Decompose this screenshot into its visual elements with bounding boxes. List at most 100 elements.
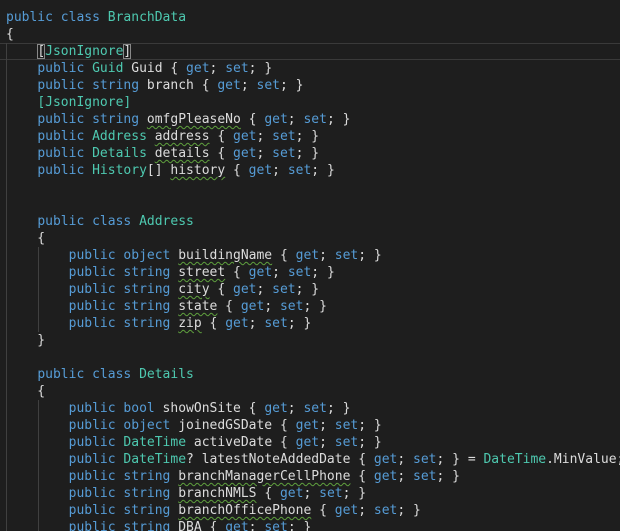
code-line[interactable]: { xyxy=(6,26,620,43)
code-token: ; xyxy=(358,503,374,518)
code-token: ; } = xyxy=(436,452,484,467)
code-line[interactable]: public History[] history { get; set; } xyxy=(6,162,620,179)
code-token: street xyxy=(178,265,226,280)
code-token: ; } xyxy=(287,520,312,531)
code-line[interactable]: [JsonIgnore] xyxy=(6,43,620,60)
code-token: ; xyxy=(256,129,273,144)
code-token: { xyxy=(225,163,249,178)
keyword-token: public xyxy=(37,146,85,161)
code-line[interactable]: public DateTime activeDate { get; set; } xyxy=(6,434,620,451)
code-line[interactable]: public string branch { get; set; } xyxy=(6,77,620,94)
code-line[interactable]: public string branchOfficePhone { get; s… xyxy=(6,502,620,519)
keyword-token: object xyxy=(123,418,171,433)
code-line[interactable]: public string DBA { get; set; } xyxy=(6,519,620,531)
code-line[interactable]: public string state { get; set; } xyxy=(6,298,620,315)
code-line[interactable]: public class Details xyxy=(6,366,620,383)
keyword-token: string xyxy=(123,469,171,484)
code-token: showOnSite { xyxy=(154,401,265,416)
code-line[interactable] xyxy=(6,349,620,366)
code-token: Guid { xyxy=(123,61,187,76)
code-token: ; xyxy=(256,146,273,161)
code-token: ; xyxy=(209,61,226,76)
code-token: ; xyxy=(248,316,265,331)
code-token: ; xyxy=(248,520,265,531)
code-line[interactable]: { xyxy=(6,230,620,247)
code-token: address xyxy=(154,129,210,144)
code-token: [] xyxy=(146,163,171,178)
code-token: branch { xyxy=(139,78,218,93)
keyword-token: set xyxy=(272,282,296,297)
code-token: ; } xyxy=(326,401,351,416)
code-line[interactable]: public class BranchData xyxy=(6,9,620,26)
code-line[interactable]: public string street { get; set; } xyxy=(6,264,620,281)
code-token: buildingName xyxy=(178,248,273,263)
code-token: } xyxy=(6,333,46,348)
code-line[interactable] xyxy=(6,179,620,196)
code-line[interactable]: public string city { get; set; } xyxy=(6,281,620,298)
code-line[interactable]: } xyxy=(6,332,620,349)
keyword-token: set xyxy=(272,146,296,161)
code-line[interactable] xyxy=(6,196,620,213)
keyword-token: set xyxy=(334,418,359,433)
keyword-token: string xyxy=(123,520,171,531)
code-line[interactable]: public bool showOnSite { get; set; } xyxy=(6,400,620,417)
code-token: { xyxy=(225,265,249,280)
code-token: branchOfficePhone xyxy=(178,503,312,518)
code-token: state xyxy=(178,299,218,314)
code-line[interactable]: public string omfgPleaseNo { get; set; } xyxy=(6,111,620,128)
type-token: DateTime xyxy=(123,435,187,450)
keyword-token: get xyxy=(217,78,241,93)
code-line[interactable]: public object joinedGSDate { get; set; } xyxy=(6,417,620,434)
keyword-token: bool xyxy=(123,401,155,416)
code-token: ; } xyxy=(295,129,320,144)
code-token: { xyxy=(201,316,226,331)
keyword-token: set xyxy=(264,316,288,331)
code-token: ; } xyxy=(303,299,327,314)
keyword-token: string xyxy=(123,282,171,297)
keyword-token: get xyxy=(295,248,320,263)
type-token: Guid xyxy=(92,61,124,76)
code-line[interactable]: public string branchNMLS { get; set; } xyxy=(6,485,620,502)
code-line[interactable]: public string branchManagerCellPhone { g… xyxy=(6,468,620,485)
keyword-token: set xyxy=(279,299,304,314)
code-token: DBA xyxy=(178,520,202,531)
code-editor[interactable]: public class BranchData{ [JsonIgnore] pu… xyxy=(0,0,620,531)
code-token: ; xyxy=(303,486,320,501)
keyword-token: get xyxy=(295,435,320,450)
code-token: history xyxy=(170,163,226,178)
code-line[interactable]: [JsonIgnore] xyxy=(6,94,620,111)
keyword-token: get xyxy=(225,316,249,331)
code-lines[interactable]: public class BranchData{ [JsonIgnore] pu… xyxy=(6,9,620,531)
code-token: .MinValue; xyxy=(546,452,620,467)
code-line[interactable]: public DateTime? latestNoteAddedDate { g… xyxy=(6,451,620,468)
code-line[interactable]: public Guid Guid { get; set; } xyxy=(6,60,620,77)
code-token: ; } xyxy=(358,418,382,433)
code-line[interactable]: { xyxy=(6,383,620,400)
keyword-token: public xyxy=(68,469,116,484)
keyword-token: get xyxy=(334,503,359,518)
code-line[interactable]: public object buildingName { get; set; } xyxy=(6,247,620,264)
type-token: DateTime xyxy=(123,452,187,467)
keyword-token: get xyxy=(233,129,257,144)
code-line[interactable]: public Address address { get; set; } xyxy=(6,128,620,145)
keyword-token: get xyxy=(248,265,273,280)
keyword-token: public xyxy=(68,282,116,297)
code-token: ; xyxy=(397,469,414,484)
code-token: ; xyxy=(397,452,414,467)
code-line[interactable]: public class Address xyxy=(6,213,620,230)
keyword-token: set xyxy=(287,163,312,178)
code-line[interactable]: public Details details { get; set; } xyxy=(6,145,620,162)
keyword-token: object xyxy=(123,248,171,263)
code-token: ; } xyxy=(358,248,382,263)
code-line[interactable]: public string zip { get; set; } xyxy=(6,315,620,332)
attribute-token: [JsonIgnore] xyxy=(37,95,132,110)
